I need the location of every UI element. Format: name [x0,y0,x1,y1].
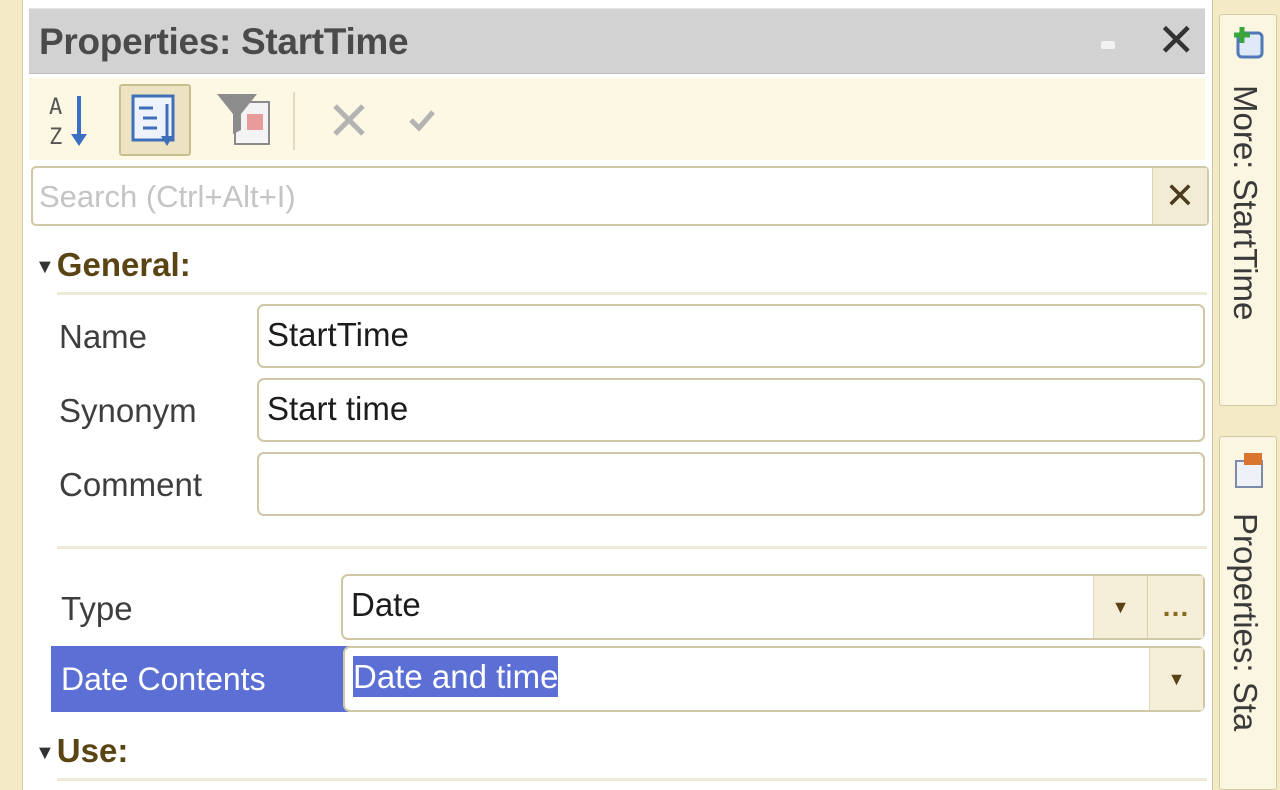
panel-title-bar: Properties: StartTime ✕ [29,8,1205,74]
group-general-label: General: [56,246,191,283]
date-contents-value: Date and time [353,656,559,697]
cancel-x-icon[interactable] [315,84,387,156]
clear-search-icon[interactable]: ✕ [1152,168,1207,224]
categories-icon[interactable] [119,84,191,156]
synonym-field[interactable]: Start time [257,378,1205,442]
date-contents-label: Date Contents [51,646,363,712]
search-box: ✕ [31,166,1209,226]
group-use-label: Use: [56,732,129,769]
sort-az-icon[interactable]: A Z [37,84,109,156]
chevron-down-icon[interactable]: ▼ [1093,576,1147,638]
tab-properties[interactable]: Properties: Sta [1219,436,1277,790]
close-icon[interactable]: ✕ [1157,15,1196,65]
left-dock-strip [0,0,22,790]
synonym-value: Start time [267,390,409,427]
panel-title: Properties: StartTime [39,21,409,62]
toolbar-separator [293,92,295,150]
type-field[interactable]: Date ▼ … [341,574,1205,640]
svg-text:Z: Z [49,125,62,150]
svg-text:A: A [49,95,62,120]
name-field[interactable]: StartTime [257,304,1205,368]
filter-icon[interactable] [209,84,281,156]
tab-more-label: More: StartTime [1227,85,1264,321]
type-value: Date [351,586,421,623]
collapse-triangle-icon: ▼ [35,255,55,278]
date-contents-field[interactable]: Date and time ▼ [343,646,1205,712]
tab-more[interactable]: More: StartTime [1219,14,1277,406]
comment-label: Comment [59,466,203,503]
properties-icon [1235,453,1263,488]
chevron-down-icon[interactable]: ▼ [1149,648,1203,710]
tab-properties-label: Properties: Sta [1227,513,1264,732]
divider [57,778,1207,781]
group-use-header[interactable]: ▼Use: [35,732,128,770]
add-object-icon [1234,27,1264,59]
panel-toolbar: A Z [29,78,1205,160]
synonym-label: Synonym [59,392,197,429]
comment-field[interactable] [257,452,1205,516]
type-label: Type [61,590,133,627]
divider [57,546,1207,549]
divider [57,292,1207,295]
more-dots-icon[interactable]: … [1147,576,1203,638]
properties-panel: Properties: StartTime ✕ A Z Search (Ctrl… [22,0,1212,790]
right-dock-bar: More: StartTime Properties: Sta [1212,0,1280,790]
name-value: StartTime [267,316,409,353]
group-general-header[interactable]: ▼General: [35,246,191,284]
search-input[interactable] [37,174,1141,220]
name-label: Name [59,318,148,355]
collapse-triangle-icon: ▼ [35,741,55,764]
pin-icon[interactable] [1101,41,1115,49]
apply-check-icon[interactable] [391,84,463,156]
